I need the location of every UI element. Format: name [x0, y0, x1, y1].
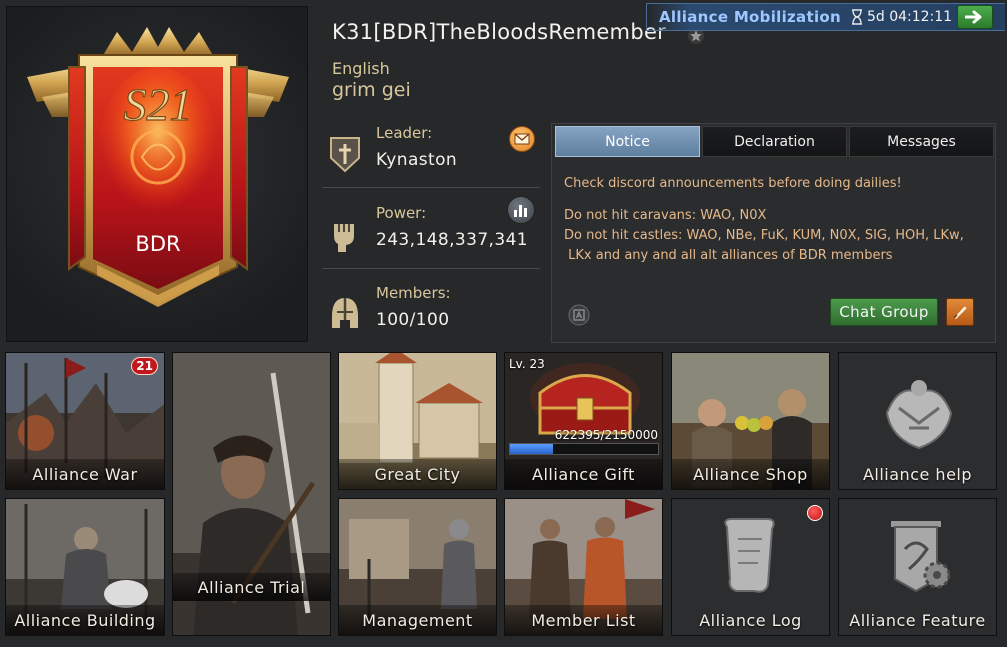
hourglass-icon	[851, 9, 862, 25]
notification-dot	[807, 505, 823, 521]
notice-line: Do not hit caravans: WAO, N0X	[564, 208, 767, 223]
alliance-language: English	[332, 59, 390, 78]
management-tile[interactable]: Management	[338, 498, 497, 636]
bar-chart-icon	[514, 205, 527, 217]
alliance-shop-label: Alliance Shop	[672, 459, 829, 489]
leader-name: Kynaston	[376, 150, 458, 170]
alliance-gift-tile[interactable]: Lv. 23 622395/2150000 Alliance Gift	[504, 352, 663, 490]
members-label: Members:	[376, 284, 451, 302]
alliance-banner-emblem: S21 BDR	[27, 27, 289, 307]
season-label: S21	[124, 79, 193, 130]
alliance-trial-tile[interactable]: Alliance Trial	[172, 352, 331, 636]
great-city-label: Great City	[339, 459, 496, 489]
mobilization-label: Alliance Mobilization	[659, 8, 841, 26]
notice-text: Check discord announcements before doing…	[564, 174, 989, 266]
alliance-help-label: Alliance help	[862, 464, 973, 484]
notice-line: Do not hit castles: WAO, NBe, FuK, KUM, …	[564, 228, 964, 243]
tab-notice[interactable]: Notice	[555, 126, 700, 157]
member-list-tile[interactable]: Member List	[504, 498, 663, 636]
edit-notice-button[interactable]	[946, 298, 974, 326]
power-value: 243,148,337,341	[376, 230, 529, 250]
alliance-feature-tile[interactable]: Alliance Feature	[838, 498, 997, 636]
alliance-tagline: grim gei	[332, 79, 411, 101]
alliance-log-label: Alliance Log	[699, 610, 802, 630]
alliance-war-tile[interactable]: 21 Alliance War	[5, 352, 165, 490]
helmet-icon	[332, 298, 358, 328]
divider	[322, 268, 540, 269]
power-ranking-button[interactable]	[507, 196, 535, 224]
tab-declaration[interactable]: Declaration	[702, 126, 847, 157]
alliance-feature-label: Alliance Feature	[849, 610, 986, 630]
translate-icon[interactable]	[568, 304, 590, 326]
leader-row: Leader: Kynaston	[322, 114, 540, 192]
gift-progress-fill	[510, 444, 553, 454]
quill-icon	[953, 306, 967, 319]
members-count: 100/100	[376, 310, 450, 330]
tab-messages[interactable]: Messages	[849, 126, 994, 157]
member-list-label: Member List	[505, 605, 662, 635]
notice-line: Check discord announcements before doing…	[564, 176, 902, 191]
fist-icon	[334, 224, 354, 252]
alliance-war-label: Alliance War	[6, 459, 164, 489]
members-row: Members: 100/100	[322, 274, 540, 352]
alliance-mobilization-bar[interactable]: Alliance Mobilization 5d 04:12:11	[646, 3, 1005, 31]
leader-label: Leader:	[376, 124, 433, 142]
alliance-gift-label: Alliance Gift	[505, 459, 662, 489]
alliance-building-label: Alliance Building	[6, 605, 164, 635]
go-button[interactable]	[957, 5, 993, 29]
alliance-help-tile[interactable]: Alliance help	[838, 352, 997, 490]
alliance-shop-tile[interactable]: Alliance Shop	[671, 352, 830, 490]
alliance-log-tile[interactable]: Alliance Log	[671, 498, 830, 636]
notice-line: LKx and any and all alt alliances of BDR…	[564, 248, 893, 263]
gift-progress-text: 622395/2150000	[554, 428, 658, 442]
mail-leader-button[interactable]	[509, 126, 535, 152]
divider	[322, 187, 540, 188]
arrow-right-icon	[965, 10, 982, 24]
great-city-tile[interactable]: Great City	[338, 352, 497, 490]
mail-icon	[514, 133, 530, 145]
alliance-building-tile[interactable]: Alliance Building	[5, 498, 165, 636]
alliance-banner-panel[interactable]: S21 BDR	[6, 6, 308, 342]
gift-level: Lv. 23	[509, 357, 545, 371]
management-label: Management	[339, 605, 496, 635]
notification-badge: 21	[131, 357, 158, 375]
gift-progress-bar	[509, 443, 659, 455]
power-label: Power:	[376, 204, 427, 222]
banner-tag: BDR	[135, 232, 180, 256]
chat-group-button[interactable]: Chat Group	[830, 298, 938, 326]
mobilization-timer: 5d 04:12:11	[866, 9, 953, 25]
leader-shield-icon	[330, 137, 360, 173]
alliance-trial-label: Alliance Trial	[173, 573, 330, 601]
notice-board: Notice Declaration Messages Check discor…	[551, 123, 996, 343]
alliance-name: K31[BDR]TheBloodsRemember	[332, 20, 667, 44]
